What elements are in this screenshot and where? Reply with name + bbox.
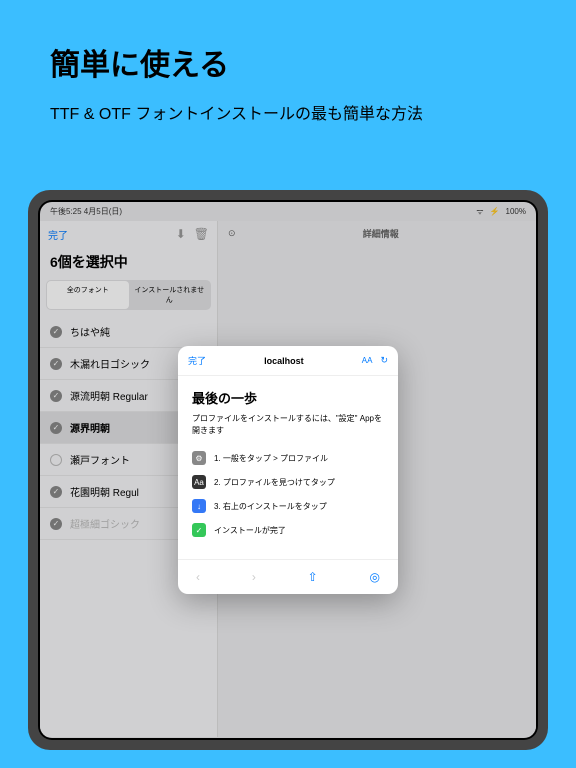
gear-icon: ⚙ (192, 451, 206, 465)
text-size-icon[interactable]: AA (362, 356, 373, 365)
step-item: ⚙1. 一般をタップ > プロファイル (192, 451, 384, 465)
step-item: ✓インストールが完了 (192, 523, 384, 537)
ipad-device-frame: 午後5:25 4月5日(日) ᯤ ⚡ 100% 完了 ⬇ 🗑 6個を選択中 全の… (28, 190, 548, 750)
promo-subtitle: TTF & OTF フォントインストールの最も簡単な方法 (50, 104, 526, 126)
forward-icon[interactable]: › (252, 570, 256, 584)
modal-overlay: 完了 localhost AA ↻ 最後の一歩 プロファイルをインストールするに… (40, 202, 536, 738)
modal-title: 最後の一歩 (192, 388, 384, 407)
modal-host-label: localhost (264, 356, 304, 366)
modal-description: プロファイルをインストールするには、"設定" Appを開きます (192, 413, 384, 437)
share-icon[interactable]: ⇧ (308, 570, 318, 584)
profile-icon: Aa (192, 475, 206, 489)
refresh-icon[interactable]: ↻ (380, 355, 388, 366)
install-modal: 完了 localhost AA ↻ 最後の一歩 プロファイルをインストールするに… (178, 346, 398, 594)
modal-toolbar: ‹ › ⇧ ◎ (178, 559, 398, 594)
back-icon[interactable]: ‹ (196, 570, 200, 584)
step-item: ↓3. 右上のインストールをタップ (192, 499, 384, 513)
install-icon: ↓ (192, 499, 206, 513)
safari-icon[interactable]: ◎ (370, 570, 380, 584)
step-item: Aa2. プロファイルを見つけてタップ (192, 475, 384, 489)
promo-title: 簡単に使える (50, 40, 526, 84)
modal-done-button[interactable]: 完了 (188, 354, 206, 367)
check-icon: ✓ (192, 523, 206, 537)
